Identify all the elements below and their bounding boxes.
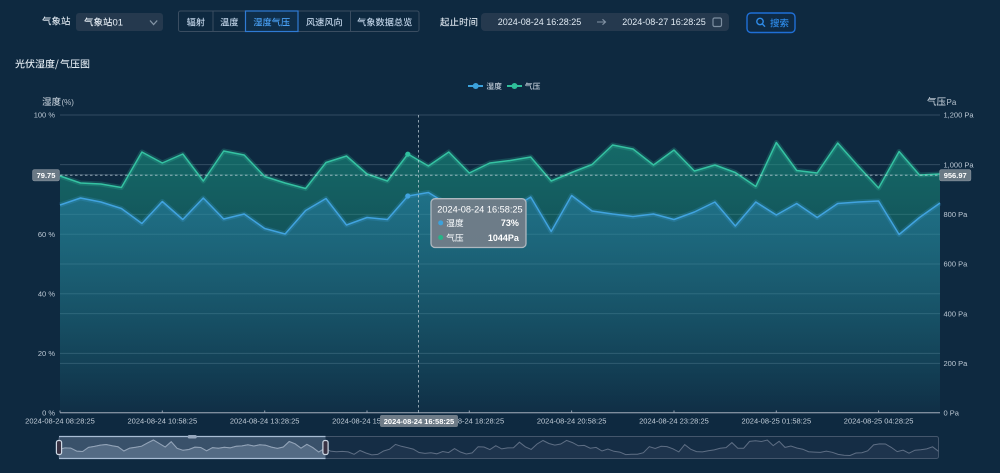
svg-text:Pa: Pa [947, 98, 957, 107]
svg-text:2024-08-24 10:58:25: 2024-08-24 10:58:25 [128, 417, 198, 426]
svg-text:0 Pa: 0 Pa [944, 409, 960, 418]
svg-text:73%: 73% [501, 218, 519, 228]
svg-text:2024-08-25 01:58:25: 2024-08-25 01:58:25 [741, 417, 811, 426]
svg-text:100 %: 100 % [34, 111, 56, 120]
svg-text:2024-08-24 16:58:25: 2024-08-24 16:58:25 [437, 204, 522, 214]
svg-text:40 %: 40 % [38, 289, 55, 298]
svg-text:600 Pa: 600 Pa [944, 260, 969, 269]
svg-text:400 Pa: 400 Pa [944, 309, 969, 318]
svg-text:60 %: 60 % [38, 230, 55, 239]
svg-text:2024-08-27 16:28:25: 2024-08-27 16:28:25 [622, 17, 706, 27]
svg-text:2024-08-24 13:28:25: 2024-08-24 13:28:25 [230, 417, 300, 426]
svg-text:2024-08-25 04:28:25: 2024-08-25 04:28:25 [844, 417, 914, 426]
svg-text:2024-08-24 20:58:25: 2024-08-24 20:58:25 [537, 417, 607, 426]
svg-text:956.97: 956.97 [944, 171, 967, 180]
svg-text:2024-08-24 08:28:25: 2024-08-24 08:28:25 [25, 417, 95, 426]
svg-text:1044Pa: 1044Pa [488, 233, 520, 243]
svg-text:2024-08-24 16:28:25: 2024-08-24 16:28:25 [498, 17, 582, 27]
svg-text:79.75: 79.75 [37, 171, 56, 180]
svg-text:01: 01 [113, 18, 124, 29]
svg-text:20 %: 20 % [38, 349, 55, 358]
svg-text:2024-08-24 23:28:25: 2024-08-24 23:28:25 [639, 417, 709, 426]
svg-text:1,000 Pa: 1,000 Pa [944, 160, 975, 169]
svg-text:200 Pa: 200 Pa [944, 359, 969, 368]
svg-text:(%): (%) [62, 98, 75, 107]
svg-text:800 Pa: 800 Pa [944, 210, 969, 219]
svg-text:1,200 Pa: 1,200 Pa [944, 111, 975, 120]
svg-text:2024-08-24 16:58:25: 2024-08-24 16:58:25 [384, 417, 454, 426]
